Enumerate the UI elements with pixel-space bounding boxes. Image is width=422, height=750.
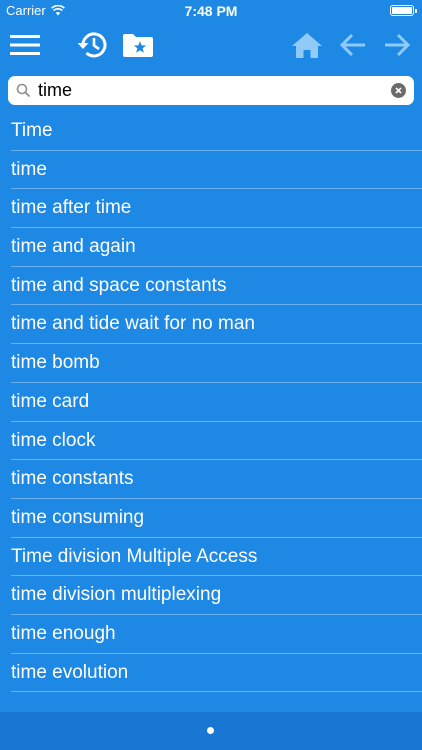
list-item[interactable]: time division multiplexing <box>0 576 422 615</box>
list-item-label: time enough <box>11 622 116 644</box>
list-item-label: Time division Multiple Access <box>11 545 258 567</box>
list-item-label: time and again <box>11 236 136 258</box>
bottom-bar <box>0 712 422 750</box>
list-item[interactable]: time and again <box>0 228 422 267</box>
list-item[interactable]: time bomb <box>0 344 422 383</box>
list-item[interactable]: time card <box>0 383 422 422</box>
list-item-label: time and space constants <box>11 274 227 296</box>
list-item[interactable]: time evolution <box>0 654 422 693</box>
status-bar: Carrier 7:48 PM <box>0 0 422 22</box>
home-icon <box>292 33 322 58</box>
search-icon <box>16 83 31 98</box>
list-item-label: time consuming <box>11 506 145 528</box>
menu-icon <box>10 35 40 55</box>
list-item-label: time <box>11 158 47 180</box>
list-item[interactable]: time enough <box>0 615 422 654</box>
list-item-label: Time <box>11 120 53 141</box>
list-item[interactable]: time and tide wait for no man <box>0 305 422 344</box>
search-bar[interactable] <box>8 76 414 105</box>
list-item-label: time evolution <box>11 661 129 683</box>
forward-button[interactable] <box>380 26 414 64</box>
toolbar <box>0 22 422 72</box>
list-item-label: time division multiplexing <box>11 584 222 606</box>
back-arrow-icon <box>339 33 365 57</box>
battery-icon <box>390 5 417 16</box>
history-icon <box>77 32 107 58</box>
list-item[interactable]: time constants <box>0 460 422 499</box>
list-item[interactable]: Time <box>0 112 422 151</box>
back-button[interactable] <box>336 26 370 64</box>
list-item-label: time bomb <box>11 352 100 374</box>
home-button[interactable] <box>290 26 324 64</box>
list-item-label: time and tide wait for no man <box>11 313 255 335</box>
favorites-button[interactable] <box>120 26 156 64</box>
menu-button[interactable] <box>8 26 42 64</box>
list-item[interactable]: time clock <box>0 422 422 461</box>
list-item[interactable]: time after time <box>0 189 422 228</box>
result-list: Time time time after time time and again… <box>0 112 422 693</box>
favorites-folder-icon <box>123 34 153 57</box>
history-button[interactable] <box>74 26 110 64</box>
list-item-label: time card <box>11 390 90 412</box>
list-item[interactable]: Time division Multiple Access <box>0 538 422 577</box>
forward-arrow-icon <box>385 33 411 57</box>
page-indicator-dot <box>207 727 214 734</box>
list-item[interactable]: time and space constants <box>0 267 422 306</box>
list-item-label: time after time <box>11 197 132 219</box>
clear-search-button[interactable] <box>391 83 406 98</box>
list-item[interactable]: time <box>0 151 422 190</box>
clock: 7:48 PM <box>184 3 238 19</box>
clear-icon <box>395 87 402 94</box>
list-item-label: time constants <box>11 468 134 490</box>
list-item[interactable]: time consuming <box>0 499 422 538</box>
search-input[interactable] <box>38 76 388 105</box>
list-item-label: time clock <box>11 429 96 451</box>
